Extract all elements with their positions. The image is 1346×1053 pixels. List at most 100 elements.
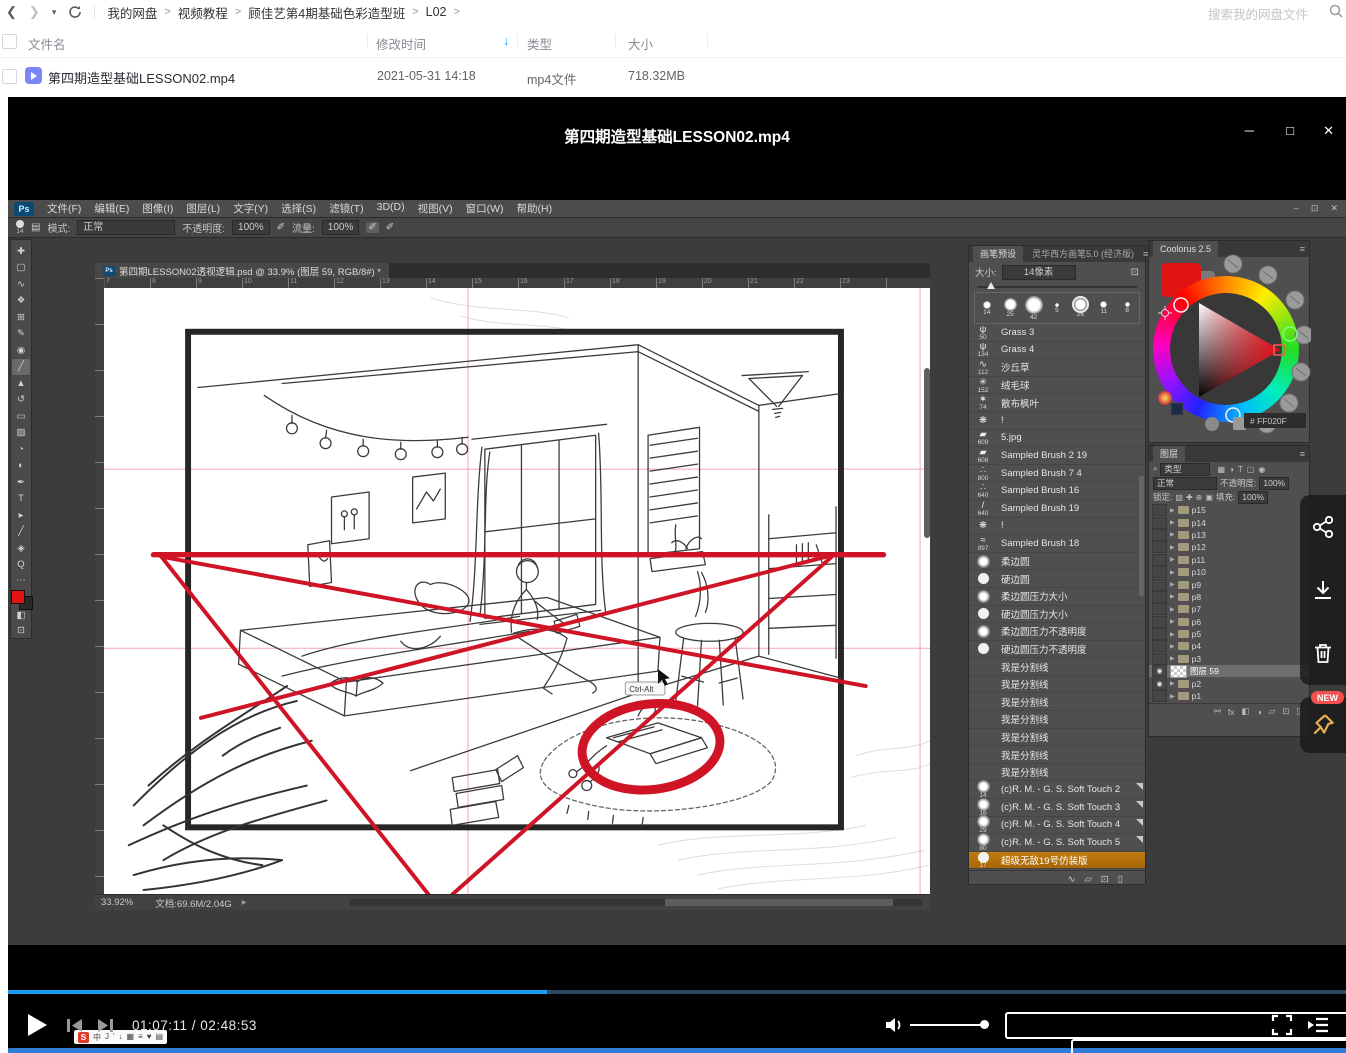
layer-name[interactable]: 图层 59 [1190, 665, 1219, 677]
ps-close-icon[interactable]: ✕ [1330, 203, 1338, 214]
visibility-toggle[interactable] [1152, 554, 1167, 566]
brush-list-item[interactable]: 我是分割线 [969, 676, 1145, 694]
ps-menu-item[interactable]: 编辑(E) [94, 201, 129, 216]
ps-restore-icon[interactable]: ⊡ [1311, 203, 1319, 214]
layer-filter-icon[interactable]: ◉ [1258, 465, 1265, 474]
visibility-toggle[interactable] [1152, 616, 1167, 628]
ps-minimize-icon[interactable]: – [1294, 203, 1299, 214]
layer-row[interactable]: ▶ p12 [1149, 541, 1309, 553]
brush-list-item[interactable]: 134 Grass 4 [969, 342, 1145, 360]
ps-tool[interactable]: ◐ [12, 458, 30, 475]
visibility-toggle[interactable] [1152, 653, 1167, 665]
layer-name[interactable]: p4 [1192, 641, 1201, 651]
ps-menu-item[interactable]: 图像(I) [142, 201, 173, 216]
pin-icon[interactable] [1310, 712, 1336, 738]
ps-menu-item[interactable]: 帮助(H) [517, 201, 553, 216]
brush-list-scrollbar[interactable] [1139, 476, 1144, 596]
visibility-toggle[interactable]: ◉ [1152, 665, 1167, 677]
layers-menu-icon[interactable]: ≡ [1300, 449, 1305, 459]
opacity-select[interactable]: 100% [232, 220, 270, 235]
layer-name[interactable]: p12 [1192, 542, 1206, 552]
brush-footer-icon[interactable]: ▱ [1084, 874, 1091, 885]
opacity-pressure-icon[interactable]: ✐ [277, 222, 285, 233]
mark-button[interactable]: 标记NEW [1005, 1012, 1346, 1039]
ps-menu-item[interactable]: 滤镜(T) [329, 201, 363, 216]
search-icon[interactable] [1328, 3, 1344, 19]
layer-row[interactable]: ▶ p15 [1149, 504, 1309, 516]
layer-row[interactable]: ▶ p14 [1149, 516, 1309, 528]
brush-list-item[interactable]: 640 Sampled Brush 16 [969, 482, 1145, 500]
toggle-brush-panel-icon[interactable]: ▤ [31, 222, 40, 233]
visibility-toggle[interactable] [1152, 640, 1167, 652]
canvas-scrollbar[interactable] [924, 368, 930, 538]
layer-name[interactable]: p9 [1192, 580, 1201, 590]
layer-opacity-value[interactable]: 100% [1259, 477, 1289, 490]
brush-list-item[interactable]: 硬边圆压力大小 [969, 606, 1145, 624]
breadcrumb-item[interactable]: 视频教程 [178, 3, 228, 22]
expand-caret-icon[interactable]: ▶ [1170, 618, 1175, 625]
file-name[interactable]: 第四期造型基础LESSON02.mp4 [48, 68, 235, 87]
ps-menu-item[interactable]: 视图(V) [418, 201, 453, 216]
ps-tool[interactable]: ↺ [12, 392, 30, 409]
column-size[interactable]: 大小 [628, 34, 653, 53]
layer-name[interactable]: p11 [1192, 555, 1206, 565]
visibility-toggle[interactable] [1152, 579, 1167, 591]
lock-icon[interactable]: ⊕ [1196, 493, 1203, 502]
document-tab[interactable]: Ps 第四期LESSON02透视逻辑.psd @ 33.9% (图层 59, R… [95, 263, 389, 278]
ps-menu-item[interactable]: 文件(F) [47, 201, 81, 216]
play-button[interactable] [28, 1014, 47, 1036]
layer-name[interactable]: p1 [1192, 691, 1201, 701]
ps-tool[interactable]: ◉ [12, 342, 30, 359]
visibility-toggle[interactable]: ◉ [1152, 678, 1167, 690]
foreground-color-swatch[interactable] [11, 590, 25, 604]
playlist-icon[interactable] [1306, 1016, 1330, 1034]
document-canvas[interactable]: Ctrl-Alt [104, 288, 930, 895]
brush-footer-icon[interactable]: ⊡ [1101, 874, 1109, 885]
ps-tool[interactable]: ▨ [12, 425, 30, 442]
brush-footer-icon[interactable]: ∿ [1068, 874, 1076, 885]
back-icon[interactable]: ❮ [6, 1, 17, 23]
expand-caret-icon[interactable]: ▶ [1170, 606, 1175, 613]
layers-footer-icon[interactable]: ◑ [1257, 707, 1262, 717]
expand-caret-icon[interactable]: ▶ [1170, 556, 1175, 563]
bristle-preview-icon[interactable]: ⊡ [1131, 267, 1139, 278]
expand-caret-icon[interactable]: ▶ [1170, 643, 1175, 650]
expand-caret-icon[interactable]: ▶ [1170, 655, 1175, 662]
brush-list-item[interactable]: 29 (c)R. M. - G. S. Soft Touch 4 [969, 817, 1145, 835]
file-row[interactable]: 第四期造型基础LESSON02.mp4 2021-05-31 14:18 mp4… [0, 57, 1346, 95]
filter-search-icon[interactable]: ⌕ [1153, 464, 1157, 474]
layer-name[interactable]: p2 [1192, 679, 1201, 689]
layer-name[interactable]: p7 [1192, 604, 1201, 614]
visibility-toggle[interactable] [1152, 591, 1167, 603]
lock-icon[interactable]: ▨ [1175, 493, 1183, 502]
flow-select[interactable]: 100% [322, 220, 360, 235]
breadcrumb-item[interactable]: L02 [426, 5, 447, 19]
minimize-button[interactable]: ─ [1245, 123, 1254, 138]
expand-caret-icon[interactable]: ▶ [1170, 631, 1175, 638]
breadcrumb-item[interactable]: 顾佳艺第4期基础色彩造型班 [248, 3, 405, 22]
ps-menu-item[interactable]: 3D(D) [377, 201, 405, 216]
flow-pressure-icon[interactable]: ✐ [386, 222, 394, 233]
visibility-toggle[interactable] [1152, 603, 1167, 615]
ps-menu-item[interactable]: 文字(Y) [233, 201, 268, 216]
next-button[interactable] [96, 1018, 114, 1033]
select-all-checkbox[interactable] [2, 34, 17, 49]
column-type[interactable]: 类型 [527, 34, 552, 53]
brush-size-slider[interactable] [977, 282, 1137, 292]
doc-hscrollbar[interactable] [350, 899, 922, 906]
layer-row[interactable]: ▶ p7 [1149, 603, 1309, 615]
visibility-toggle[interactable] [1152, 517, 1167, 529]
brush-list-item[interactable]: ! [969, 518, 1145, 536]
expand-caret-icon[interactable]: ▶ [1170, 544, 1175, 551]
layers-footer-icon[interactable]: fx [1228, 707, 1235, 717]
brush-list-item[interactable]: 997 Sampled Brush 18 [969, 535, 1145, 553]
airbrush-icon[interactable]: ✐ [366, 222, 378, 233]
brush-list-item[interactable]: 我是分割线 [969, 746, 1145, 764]
layer-row[interactable]: ▶ p5 [1149, 628, 1309, 640]
brush-list-item[interactable]: 柔边圆压力不透明度 [969, 623, 1145, 641]
delete-icon[interactable] [1311, 641, 1335, 665]
forward-icon[interactable]: ❯ [29, 1, 40, 23]
expand-caret-icon[interactable]: ▶ [1170, 519, 1175, 526]
ps-tool[interactable]: ∿ [12, 276, 30, 293]
ps-menu-item[interactable]: 选择(S) [281, 201, 316, 216]
